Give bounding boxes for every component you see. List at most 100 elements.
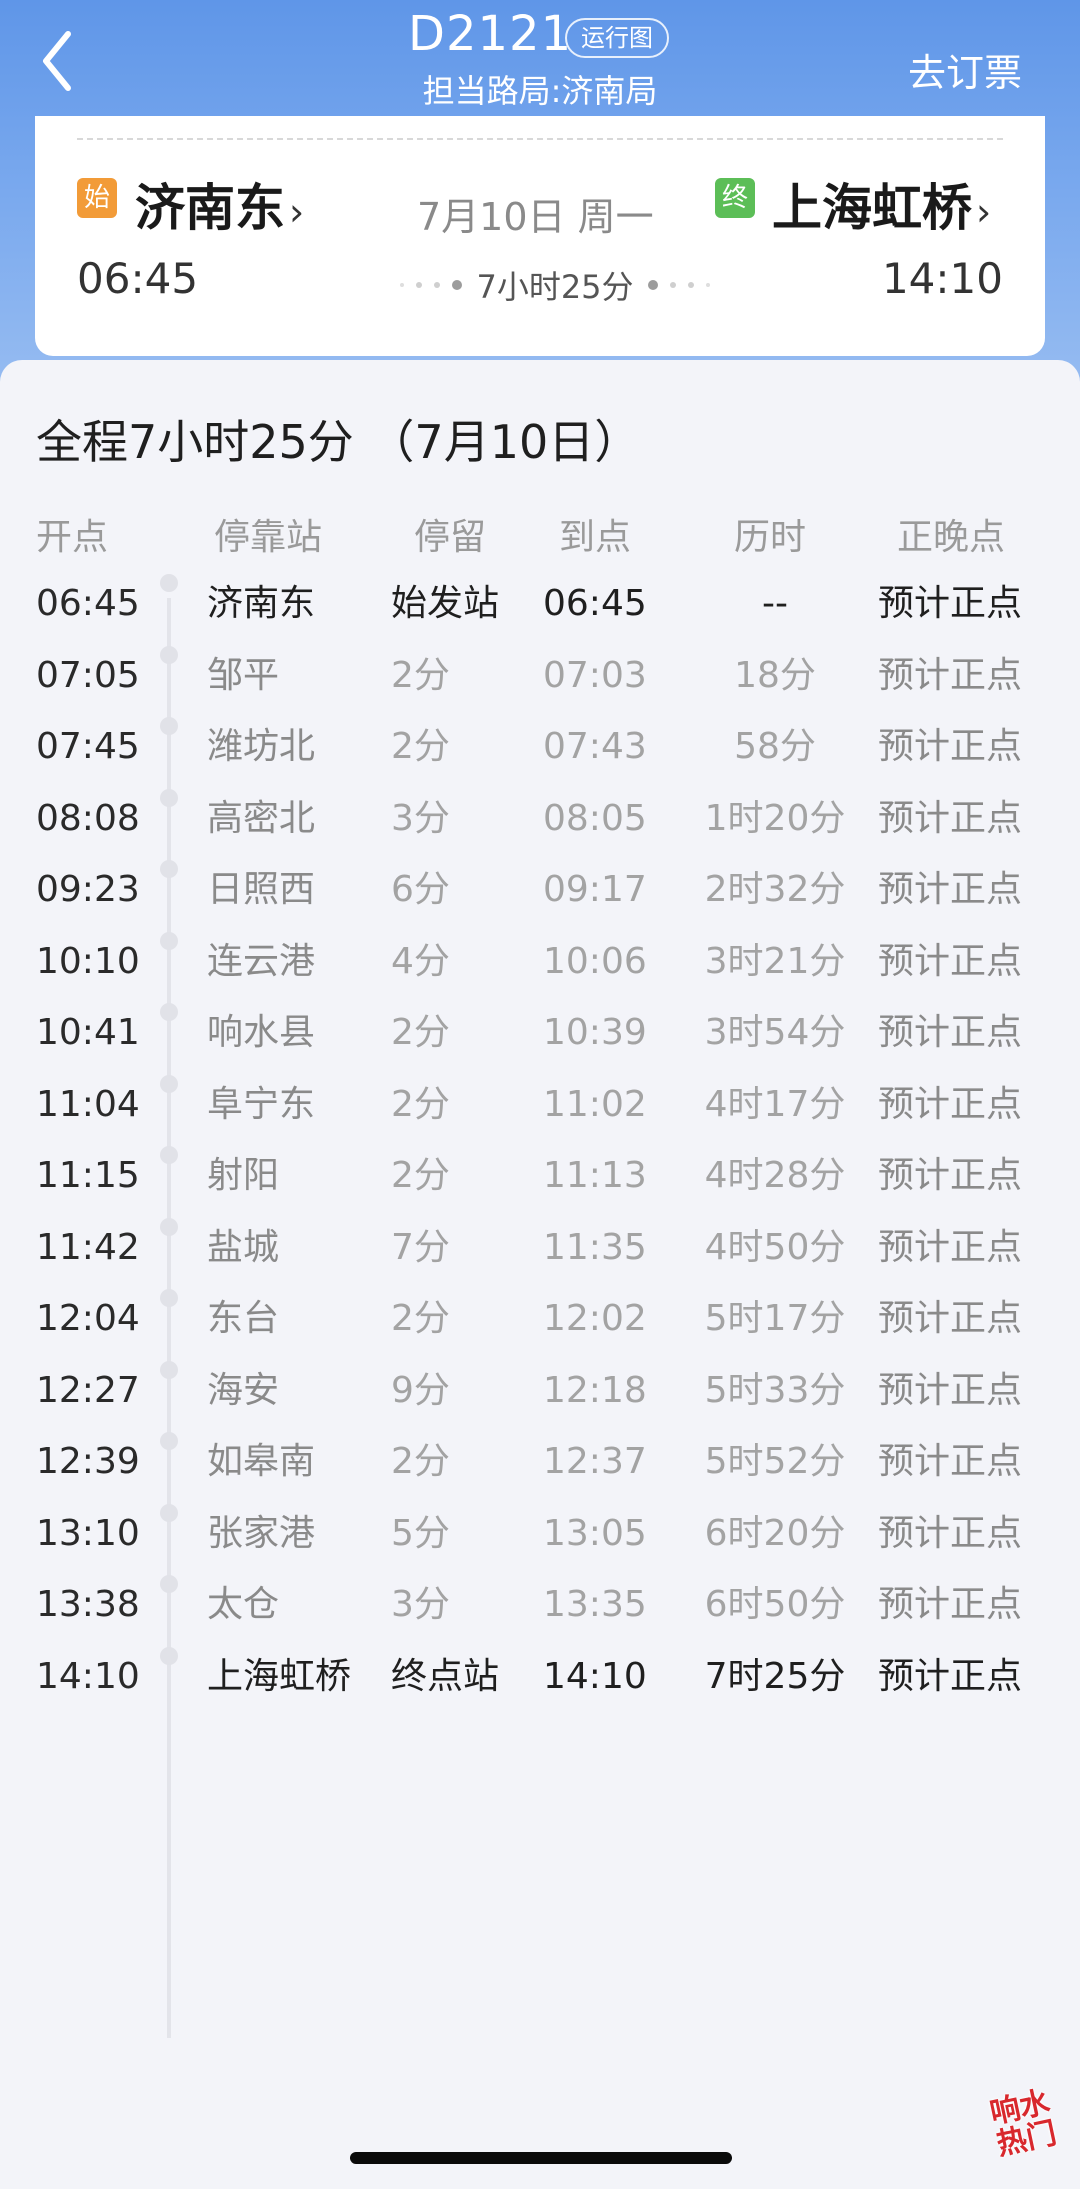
row-arr-time: 07:43 <box>543 726 647 767</box>
row-elapsed: 5时52分 <box>704 1441 846 1482</box>
row-elapsed: -- <box>762 583 788 624</box>
row-arr-time: 12:02 <box>543 1298 647 1339</box>
row-stop-duration: 5分 <box>391 1512 450 1554</box>
row-status: 预计正点 <box>878 1584 1023 1625</box>
row-dep-time: 10:41 <box>36 1012 140 1053</box>
timeline-dot <box>160 1360 178 1379</box>
row-dep-time: 12:39 <box>36 1441 140 1482</box>
trip-info-card: 始 济南东 › 7月10日 周一 终 上海虹桥 › 06:45 7小时25分 14:… <box>35 116 1045 356</box>
row-dep-time: 07:45 <box>36 726 140 767</box>
column-header-dep: 开点 <box>36 517 109 558</box>
row-elapsed: 3时54分 <box>704 1012 846 1053</box>
schedule-row[interactable]: 10:10 连云港 4分 10:06 3时21分 预计正点 <box>0 931 1080 992</box>
row-arr-time: 13:05 <box>543 1512 647 1554</box>
schedule-row[interactable]: 11:42 盐城 7分 11:35 4时50分 预计正点 <box>0 1217 1080 1278</box>
book-ticket-button[interactable]: 去订票 <box>908 42 1022 97</box>
row-arr-time: 13:35 <box>543 1584 647 1625</box>
row-status: 预计正点 <box>878 1441 1023 1482</box>
row-elapsed: 4时17分 <box>704 1083 846 1125</box>
row-arr-time: 09:17 <box>543 869 647 910</box>
row-arr-time: 10:39 <box>543 1012 647 1053</box>
row-station: 盐城 <box>207 1226 280 1268</box>
schedule-summary: 全程7小时25分 （7月10日） <box>36 415 641 469</box>
row-station: 太仓 <box>207 1584 280 1625</box>
row-station: 东台 <box>207 1298 280 1339</box>
schedule-row[interactable]: 11:04 阜宁东 2分 11:02 4时17分 预计正点 <box>0 1074 1080 1135</box>
row-dep-time: 08:08 <box>36 797 140 839</box>
row-stop-duration: 6分 <box>391 869 450 910</box>
row-arr-time: 14:10 <box>543 1655 647 1697</box>
row-station: 高密北 <box>207 797 316 839</box>
row-elapsed: 4时50分 <box>704 1226 846 1268</box>
column-header-station: 停靠站 <box>214 517 323 558</box>
row-elapsed: 2时32分 <box>704 869 846 910</box>
schedule-row[interactable]: 12:04 东台 2分 12:02 5时17分 预计正点 <box>0 1289 1080 1349</box>
schedule-row[interactable]: 13:10 张家港 5分 13:05 6时20分 预计正点 <box>0 1503 1080 1564</box>
row-status: 预计正点 <box>878 1155 1023 1196</box>
row-station: 潍坊北 <box>207 726 316 767</box>
timeline-dot <box>160 717 178 735</box>
schedule-row[interactable]: 10:41 响水县 2分 10:39 3时54分 预计正点 <box>0 1003 1080 1063</box>
row-arr-time: 11:13 <box>543 1155 647 1196</box>
dashed-divider <box>77 138 1003 140</box>
dot <box>400 283 405 287</box>
start-tag: 始 <box>77 178 117 218</box>
timeline-dot <box>160 1646 178 1665</box>
row-elapsed: 3时21分 <box>704 940 846 982</box>
row-elapsed: 5时17分 <box>704 1298 846 1339</box>
row-arr-time: 07:03 <box>543 654 647 696</box>
row-stop-duration: 2分 <box>391 1083 450 1125</box>
row-dep-time: 07:05 <box>36 654 140 696</box>
end-tag: 终 <box>715 178 755 218</box>
schedule-row[interactable]: 11:15 射阳 2分 11:13 4时28分 预计正点 <box>0 1146 1080 1206</box>
dot <box>452 280 463 290</box>
row-status: 预计正点 <box>878 654 1023 696</box>
schedule-row[interactable]: 06:45 济南东 始发站 06:45 -- 预计正点 <box>0 574 1080 634</box>
row-stop-duration: 终点站 <box>391 1655 500 1697</box>
train-number: D2121 <box>408 6 573 62</box>
row-status: 预计正点 <box>878 940 1023 982</box>
row-dep-time: 12:27 <box>36 1369 140 1411</box>
row-elapsed: 58分 <box>734 726 816 767</box>
timeline-dot <box>160 645 178 664</box>
run-chart-button[interactable]: 运行图 <box>565 18 669 58</box>
timeline-dot <box>160 1432 178 1450</box>
row-status: 预计正点 <box>878 1012 1023 1053</box>
schedule-row[interactable]: 07:45 潍坊北 2分 07:43 58分 预计正点 <box>0 717 1080 777</box>
timeline-dot <box>160 1003 178 1021</box>
row-station: 射阳 <box>207 1155 280 1196</box>
row-stop-duration: 7分 <box>391 1226 450 1268</box>
row-station: 上海虹桥 <box>207 1655 352 1697</box>
row-stop-duration: 3分 <box>391 1584 450 1625</box>
row-elapsed: 6时20分 <box>704 1512 846 1554</box>
schedule-row[interactable]: 09:23 日照西 6分 09:17 2时32分 预计正点 <box>0 860 1080 920</box>
nav-bar: D2121 运行图 担当路局:济南局 去订票 <box>0 0 1080 120</box>
row-status: 预计正点 <box>878 726 1023 767</box>
row-stop-duration: 始发站 <box>391 583 500 624</box>
schedule-row[interactable]: 14:10 上海虹桥 终点站 14:10 7时25分 预计正点 <box>0 1646 1080 1707</box>
row-status: 预计正点 <box>878 797 1023 839</box>
timeline-dot <box>160 788 178 807</box>
row-stop-duration: 2分 <box>391 1298 450 1339</box>
column-header-elapsed: 历时 <box>734 517 807 558</box>
row-arr-time: 12:37 <box>543 1441 647 1482</box>
timeline-dot <box>160 1575 178 1593</box>
row-elapsed: 7时25分 <box>704 1655 846 1697</box>
schedule-row[interactable]: 13:38 太仓 3分 13:35 6时50分 预计正点 <box>0 1575 1080 1635</box>
from-station-name: 济南东 <box>135 179 285 237</box>
schedule-row[interactable]: 12:39 如皋南 2分 12:37 5时52分 预计正点 <box>0 1432 1080 1492</box>
row-stop-duration: 2分 <box>391 1441 450 1482</box>
from-station-link[interactable]: 济南东 › <box>135 168 304 240</box>
timeline-dot <box>160 1289 178 1307</box>
row-status: 预计正点 <box>878 1298 1023 1339</box>
row-arr-time: 06:45 <box>543 583 647 624</box>
row-elapsed: 6时50分 <box>704 1584 846 1625</box>
watermark-logo: 响水 热门 <box>986 2084 1060 2163</box>
schedule-row[interactable]: 08:08 高密北 3分 08:05 1时20分 预计正点 <box>0 788 1080 849</box>
to-station-link[interactable]: 上海虹桥 › <box>772 168 991 240</box>
row-stop-duration: 2分 <box>391 726 450 767</box>
schedule-row[interactable]: 12:27 海安 9分 12:18 5时33分 预计正点 <box>0 1360 1080 1421</box>
schedule-row[interactable]: 07:05 邹平 2分 07:03 18分 预计正点 <box>0 645 1080 706</box>
row-dep-time: 11:04 <box>36 1083 140 1125</box>
row-status: 预计正点 <box>878 1655 1023 1697</box>
